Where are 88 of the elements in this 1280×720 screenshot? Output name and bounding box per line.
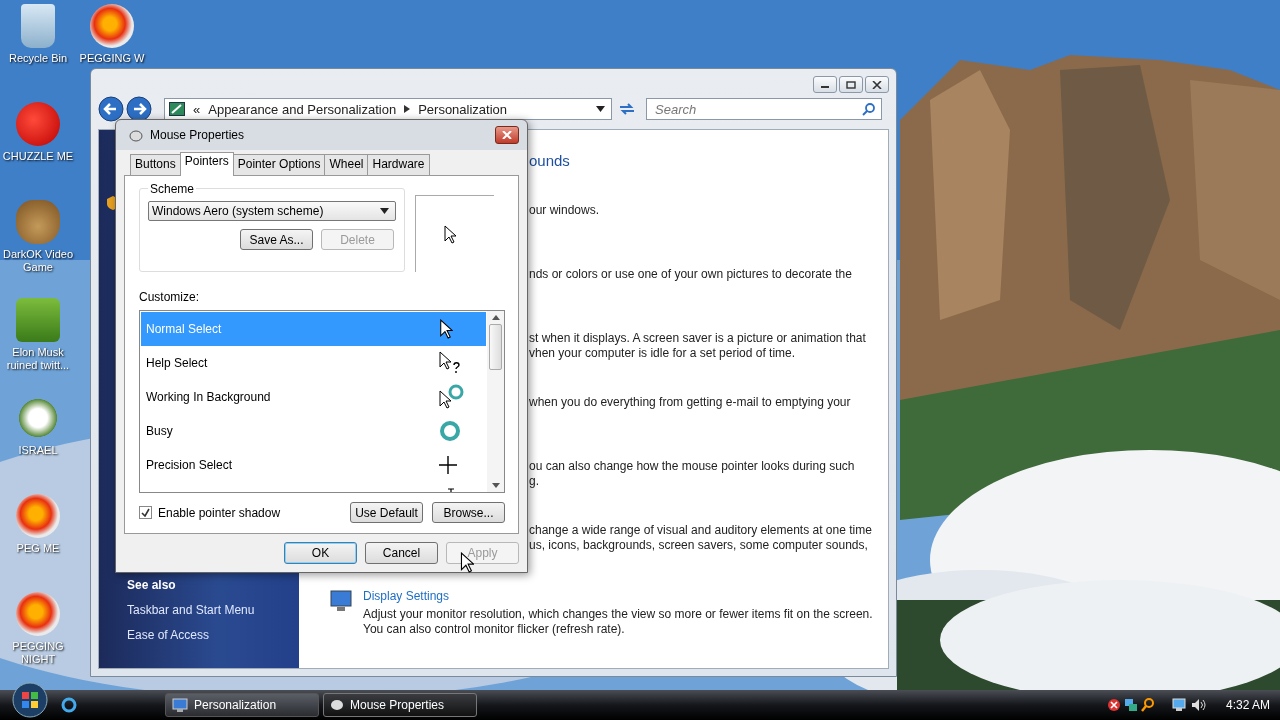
description-text: g. <box>529 474 540 489</box>
breadcrumb-item[interactable]: Appearance and Personalization <box>208 101 397 117</box>
list-item[interactable]: Precision Select <box>141 448 486 482</box>
help-cursor-icon <box>439 351 463 375</box>
speaker-icon[interactable] <box>1190 698 1207 712</box>
control-panel-icon <box>169 102 185 116</box>
close-icon <box>872 80 882 89</box>
tab[interactable]: Buttons <box>130 154 181 175</box>
list-item[interactable]: Working In Background <box>141 380 486 414</box>
breadcrumb-item[interactable]: Personalization <box>418 101 508 117</box>
error-icon[interactable] <box>1106 698 1121 712</box>
computer-icon[interactable] <box>1171 698 1188 712</box>
close-button[interactable] <box>865 76 889 93</box>
description-text: nds or colors or use one of your own pictures to decorate the <box>529 267 853 282</box>
breadcrumb-overflow[interactable]: « <box>193 101 201 117</box>
description-text: ou can also change how the mouse pointer looks during such <box>529 459 856 474</box>
dropdown-arrow-icon <box>380 208 389 214</box>
section-heading: See also <box>127 578 177 592</box>
checkbox-label[interactable]: Enable pointer shadow <box>158 505 281 520</box>
browser-icon[interactable] <box>61 697 77 713</box>
shortcut-icon[interactable] <box>21 4 55 48</box>
dialog-title: Mouse Properties <box>150 128 245 142</box>
taskbar-button[interactable]: Personalization <box>165 693 319 717</box>
busy-cursor-icon <box>439 420 461 442</box>
monitor-icon <box>329 589 353 613</box>
tab[interactable]: Pointer Options <box>232 154 326 175</box>
taskbar-button[interactable]: Mouse Properties <box>323 693 477 717</box>
address-bar[interactable]: « Appearance and Personalization Personalization <box>164 98 612 120</box>
network-icon[interactable] <box>1123 698 1138 712</box>
list-label: Customize: <box>139 290 201 304</box>
crosshair-icon <box>439 456 457 474</box>
mouse-icon <box>128 128 144 142</box>
description-text: You can also control monitor flicker (refresh rate). <box>363 622 626 637</box>
icon-label: PEG ME <box>15 542 61 555</box>
description-text: when you do everything from getting e-mail to emptying your <box>529 395 852 410</box>
monitor-icon <box>172 698 188 712</box>
scroll-thumb[interactable] <box>489 324 502 370</box>
page-heading: ounds <box>529 152 571 171</box>
list-button[interactable]: Browse... <box>432 502 505 523</box>
description-text: our windows. <box>529 203 601 218</box>
icon-label: CHUZZLE ME <box>1 150 75 163</box>
maximize-button[interactable] <box>839 76 863 93</box>
start-button[interactable] <box>11 681 49 719</box>
tab[interactable]: Hardware <box>367 154 430 175</box>
arrow-cursor-icon <box>439 319 453 339</box>
back-button[interactable] <box>98 96 124 122</box>
scroll-down-icon[interactable] <box>491 483 500 488</box>
icon-label: DarkOK Video Game <box>1 248 75 274</box>
arrow-cursor-icon <box>444 224 456 244</box>
list-item[interactable]: Help Select <box>141 346 486 380</box>
scheme-dropdown[interactable]: Windows Aero (system scheme) <box>148 201 396 221</box>
description-text: us, icons, backgrounds, screen savers, some computer sounds, <box>529 538 869 553</box>
clock[interactable]: 4:32 AM <box>1225 698 1270 712</box>
description-text: st when it displays. A screen saver is a picture or animation that <box>529 331 867 346</box>
scheme-button[interactable]: Save As... <box>240 229 313 250</box>
working-cursor-icon <box>439 384 465 410</box>
dialog-button[interactable]: Cancel <box>365 542 438 564</box>
list-item[interactable]: Busy <box>141 414 486 448</box>
icon-label: PEGGING NIGHT <box>11 640 65 666</box>
maximize-icon <box>846 80 856 89</box>
scrollbar[interactable] <box>487 311 504 492</box>
icon-label: Recycle Bin <box>7 52 69 65</box>
mouse-icon <box>330 699 344 711</box>
task-link[interactable]: Taskbar and Start Menu <box>127 603 299 617</box>
tab[interactable]: Wheel <box>324 154 369 175</box>
icon-label: Elon Musk ruined twitt... <box>5 346 71 372</box>
group-label: Scheme <box>148 182 197 196</box>
dialog-button[interactable]: OK <box>284 542 357 564</box>
search-icon[interactable] <box>862 102 875 116</box>
close-button[interactable] <box>495 126 519 144</box>
search-icon[interactable] <box>1140 698 1155 712</box>
search-field[interactable]: Search <box>646 98 882 120</box>
dropdown-arrow-icon[interactable] <box>596 106 605 112</box>
breadcrumb-arrow-icon[interactable] <box>404 105 411 113</box>
list-button[interactable]: Use Default <box>350 502 423 523</box>
tab[interactable]: Pointers <box>179 152 234 176</box>
close-icon <box>502 131 512 139</box>
settings-link[interactable]: Display Settings <box>363 589 450 603</box>
description-text: change a wide range of visual and auditory elements at one time <box>529 523 873 538</box>
search-input[interactable]: Search <box>653 100 862 118</box>
icon-label: PEGGING W <box>78 52 146 65</box>
checkbox[interactable] <box>139 506 152 519</box>
description-text: vhen your computer is idle for a set period of time. <box>529 346 797 361</box>
scroll-up-icon[interactable] <box>491 315 500 320</box>
task-link[interactable]: Ease of Access <box>127 628 299 642</box>
minimize-button[interactable] <box>813 76 837 93</box>
description-text: Adjust your monitor resolution, which changes the view so more or fewer items fit on the screen. <box>363 607 873 622</box>
icon-label: ISRAEL <box>17 444 59 457</box>
